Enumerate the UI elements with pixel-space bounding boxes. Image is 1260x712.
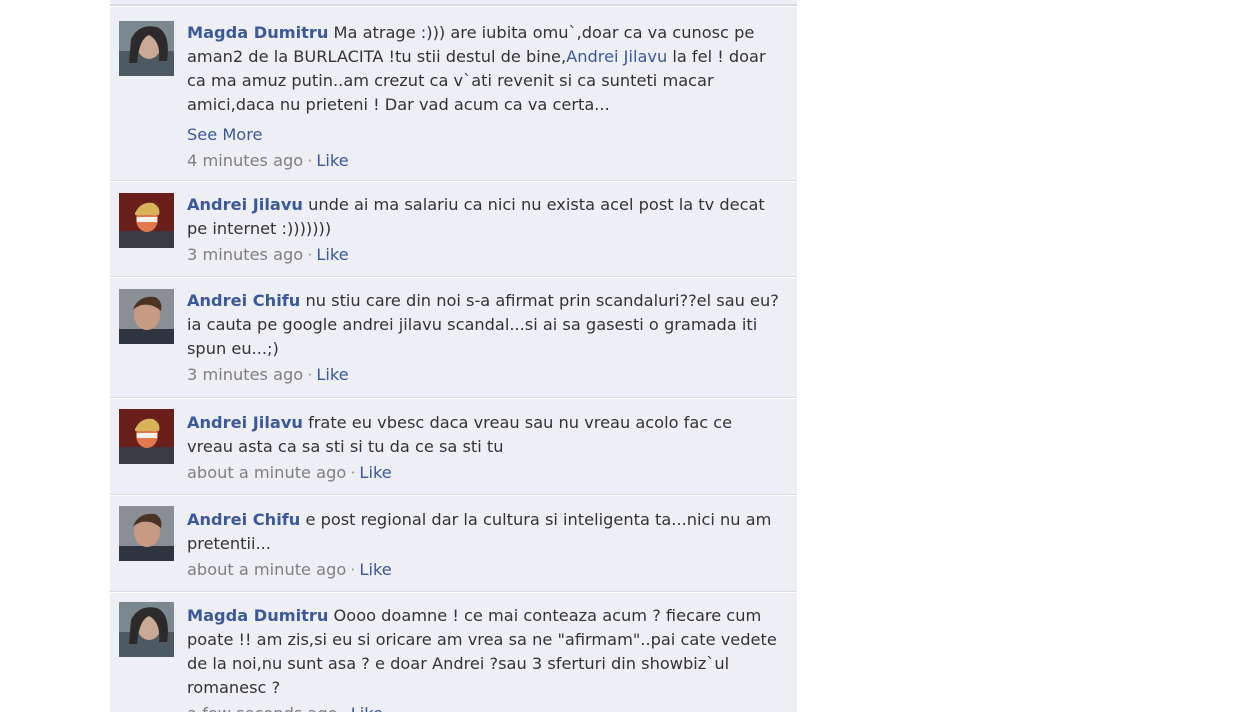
comment-meta: about a minute ago · Like	[187, 558, 779, 582]
separator: ·	[307, 245, 313, 264]
user-photo-andrei-jilavu-icon[interactable]	[119, 409, 174, 464]
separator: ·	[307, 365, 313, 384]
comment-item: Andrei Chifu e post regional dar la cult…	[110, 494, 797, 592]
comment-body: Magda Dumitru Ma atrage :))) are iubita …	[187, 21, 779, 173]
timestamp: 3 minutes ago	[187, 365, 304, 384]
like-button[interactable]: Like	[316, 245, 348, 264]
comments-panel: Magda Dumitru Ma atrage :))) are iubita …	[110, 0, 797, 712]
comment-meta: 3 minutes ago · Like	[187, 243, 779, 267]
separator: ·	[338, 704, 351, 712]
timestamp: a few seconds ago	[187, 704, 338, 712]
author-link[interactable]: Magda Dumitru	[187, 606, 328, 625]
comment-text: Andrei Chifu nu stiu care din noi s-a af…	[187, 289, 779, 361]
comment-item: Magda Dumitru Ma atrage :))) are iubita …	[110, 5, 797, 181]
comment-text: Magda Dumitru Oooo doamne ! ce mai conte…	[187, 604, 779, 700]
like-button[interactable]: Like	[351, 704, 383, 712]
comment-body: Magda Dumitru Oooo doamne ! ce mai conte…	[187, 604, 779, 712]
like-button[interactable]: Like	[316, 365, 348, 384]
timestamp: 4 minutes ago	[187, 151, 304, 170]
comment-body: Andrei Jilavu frate eu vbesc daca vreau …	[187, 411, 779, 485]
comment-meta: about a minute ago · Like	[187, 461, 779, 485]
like-button[interactable]: Like	[316, 151, 348, 170]
user-photo-magda-icon[interactable]	[119, 21, 174, 76]
see-more-link[interactable]: See More	[187, 123, 779, 147]
comment-item: Andrei Chifu nu stiu care din noi s-a af…	[110, 276, 797, 398]
comment-body: Andrei Chifu e post regional dar la cult…	[187, 508, 779, 582]
comment-text: Magda Dumitru Ma atrage :))) are iubita …	[187, 21, 779, 117]
timestamp: about a minute ago	[187, 560, 347, 579]
comment-meta: 3 minutes ago · Like	[187, 363, 779, 387]
comment-body: Andrei Chifu nu stiu care din noi s-a af…	[187, 289, 779, 387]
comment-meta: 4 minutes ago · Like	[187, 149, 779, 173]
comment-item: Andrei Jilavu frate eu vbesc daca vreau …	[110, 397, 797, 495]
separator: ·	[350, 560, 356, 579]
comment-text: Andrei Jilavu frate eu vbesc daca vreau …	[187, 411, 779, 459]
author-link[interactable]: Andrei Jilavu	[187, 195, 303, 214]
timestamp: 3 minutes ago	[187, 245, 304, 264]
like-button[interactable]: Like	[359, 560, 391, 579]
comment-item: Magda Dumitru Oooo doamne ! ce mai conte…	[110, 591, 797, 712]
author-link[interactable]: Andrei Chifu	[187, 291, 300, 310]
user-photo-andrei-chifu-icon[interactable]	[119, 506, 174, 561]
like-button[interactable]: Like	[359, 463, 391, 482]
comment-text: Andrei Chifu e post regional dar la cult…	[187, 508, 779, 556]
timestamp: about a minute ago	[187, 463, 347, 482]
author-link[interactable]: Magda Dumitru	[187, 23, 328, 42]
user-photo-magda-icon[interactable]	[119, 602, 174, 657]
author-link[interactable]: Andrei Chifu	[187, 510, 300, 529]
user-photo-andrei-chifu-icon[interactable]	[119, 289, 174, 344]
comment-body: Andrei Jilavu unde ai ma salariu ca nici…	[187, 193, 779, 267]
user-photo-andrei-jilavu-icon[interactable]	[119, 193, 174, 248]
author-link[interactable]: Andrei Jilavu	[187, 413, 303, 432]
separator: ·	[307, 151, 313, 170]
mention-link[interactable]: Andrei Jilavu	[566, 47, 667, 66]
comment-text: Andrei Jilavu unde ai ma salariu ca nici…	[187, 193, 779, 241]
comment-item: Andrei Jilavu unde ai ma salariu ca nici…	[110, 180, 797, 277]
comment-meta: a few seconds ago·Like	[187, 702, 779, 712]
separator: ·	[350, 463, 356, 482]
